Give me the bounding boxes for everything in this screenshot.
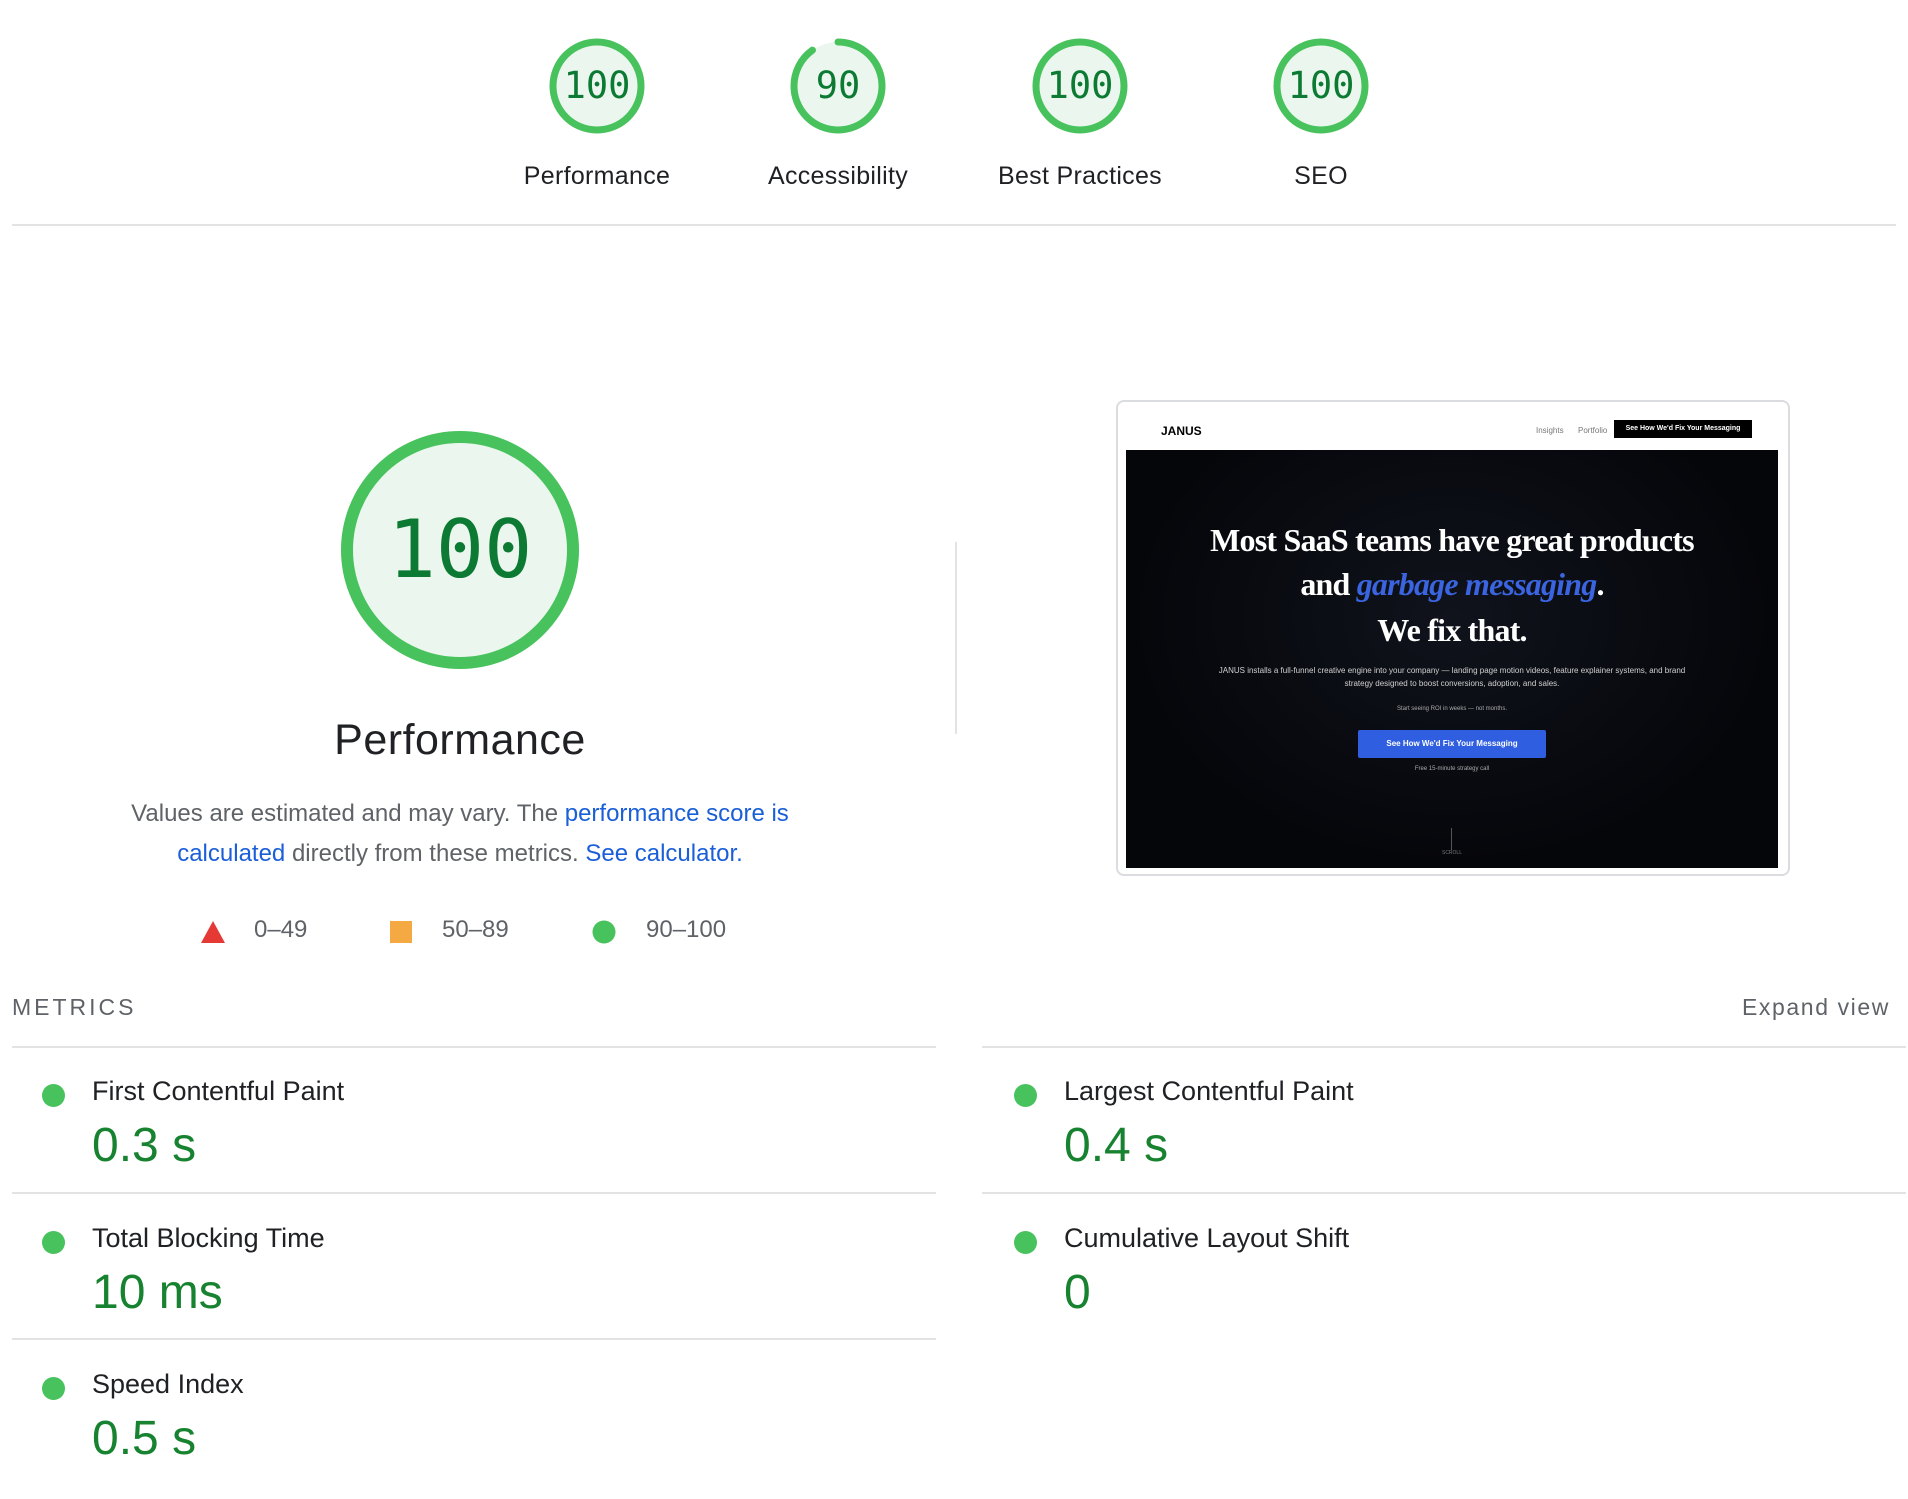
final-screenshot[interactable]: JANUS Insights Portfolio See How We'd Fi…: [1116, 400, 1790, 876]
gauge-label: Accessibility: [767, 162, 909, 190]
performance-description: Values are estimated and may vary. The p…: [90, 794, 830, 874]
metrics-divider-left: [12, 1338, 936, 1340]
square-icon: [390, 921, 412, 943]
desc-text: directly from these metrics.: [285, 840, 586, 867]
gauge-label: Performance: [523, 162, 671, 190]
score-value: 100: [1046, 64, 1114, 107]
thumb-nav-portfolio: Portfolio: [1578, 426, 1608, 435]
metrics-divider-left: [12, 1192, 936, 1194]
score-ring: 100: [1028, 34, 1132, 138]
metric-name: Largest Contentful Paint: [1064, 1076, 1354, 1106]
metric-cumulative-layout-shift: Cumulative Layout Shift 0: [984, 1213, 1884, 1353]
metric-value: 0.5 s: [92, 1412, 197, 1465]
gauge-accessibility[interactable]: 90 Accessibility: [708, 34, 968, 191]
thumb-navbar: JANUS Insights Portfolio See How We'd Fi…: [1126, 408, 1778, 450]
gauge-seo[interactable]: 100 SEO: [1191, 34, 1451, 191]
metric-value: 10 ms: [92, 1266, 223, 1319]
metric-total-blocking-time: Total Blocking Time 10 ms: [12, 1213, 912, 1353]
desc-text: Values are estimated and may vary. The: [131, 800, 565, 827]
metrics-divider-left: [12, 1046, 936, 1048]
gauge-best-practices[interactable]: 100 Best Practices: [950, 34, 1210, 191]
metric-value: 0: [1064, 1266, 1091, 1319]
expand-view-toggle[interactable]: Expand view: [1700, 994, 1890, 1021]
metric-name: First Contentful Paint: [92, 1076, 345, 1106]
circle-icon: [592, 920, 616, 944]
metric-name: Speed Index: [92, 1369, 244, 1399]
metrics-heading: METRICS: [12, 994, 137, 1020]
pass-circle-icon: [1014, 1231, 1037, 1254]
gauge-label: SEO: [1294, 162, 1348, 190]
metrics-divider-right: [982, 1046, 1906, 1048]
score-ring: 90: [786, 34, 890, 138]
thumb-scroll-line: [1451, 828, 1452, 850]
performance-score-value: 100: [387, 503, 533, 596]
see-calculator-link[interactable]: See calculator.: [585, 840, 742, 867]
pass-circle-icon: [42, 1084, 65, 1107]
thumb-hero: Most SaaS teams have great products and …: [1126, 450, 1778, 868]
metric-value: 0.3 s: [92, 1119, 197, 1172]
metric-speed-index: Speed Index 0.5 s: [12, 1359, 912, 1499]
thumb-cta-note: Free 15-minute strategy call: [1414, 766, 1490, 772]
gauge-performance[interactable]: 100 Performance: [467, 34, 727, 191]
thumb-nav-button: See How We'd Fix Your Messaging: [1614, 420, 1752, 438]
performance-score-gauge: 100: [336, 426, 584, 674]
thumb-roi-text: Start seeing ROI in weeks — not months.: [1396, 706, 1508, 712]
triangle-icon: [201, 921, 225, 943]
thumb-headline-2-suffix: .: [1596, 566, 1604, 602]
legend-fail-label: 0–49: [254, 916, 308, 943]
score-value: 90: [815, 64, 861, 107]
metrics-divider-right: [982, 1192, 1906, 1194]
thumb-scroll-text: SCROLL: [1441, 850, 1462, 856]
gauge-label: Best Practices: [998, 162, 1162, 190]
thumb-nav-insights: Insights: [1536, 426, 1564, 435]
pass-circle-icon: [1014, 1084, 1037, 1107]
thumb-logo: JANUS: [1161, 424, 1202, 438]
header-divider: [12, 224, 1896, 226]
thumb-cta-button: See How We'd Fix Your Messaging: [1358, 730, 1546, 758]
pass-circle-icon: [42, 1231, 65, 1254]
thumb-headline-1: Most SaaS teams have great products: [1210, 522, 1695, 558]
metric-name: Cumulative Layout Shift: [1064, 1223, 1350, 1253]
score-value: 100: [563, 64, 631, 107]
score-ring: 100: [1269, 34, 1373, 138]
metric-value: 0.4 s: [1064, 1119, 1169, 1172]
thumb-headline-3: We fix that.: [1377, 612, 1527, 648]
vertical-divider: [955, 542, 957, 734]
metric-first-contentful-paint: First Contentful Paint 0.3 s: [12, 1066, 912, 1206]
metric-name: Total Blocking Time: [92, 1223, 325, 1253]
legend-average-label: 50–89: [442, 916, 509, 943]
score-ring: 100: [545, 34, 649, 138]
legend-pass-label: 90–100: [646, 916, 727, 943]
pass-circle-icon: [42, 1377, 65, 1400]
thumb-headline-2: and garbage messaging.: [1126, 566, 1778, 603]
thumb-headline-2-prefix: and: [1300, 566, 1357, 602]
thumb-headline-2-emphasis: garbage messaging: [1356, 566, 1598, 602]
metric-largest-contentful-paint: Largest Contentful Paint 0.4 s: [984, 1066, 1884, 1206]
score-value: 100: [1287, 64, 1355, 107]
performance-title: Performance: [334, 716, 586, 764]
thumb-subtext: JANUS installs a full-funnel creative en…: [1218, 666, 1686, 688]
